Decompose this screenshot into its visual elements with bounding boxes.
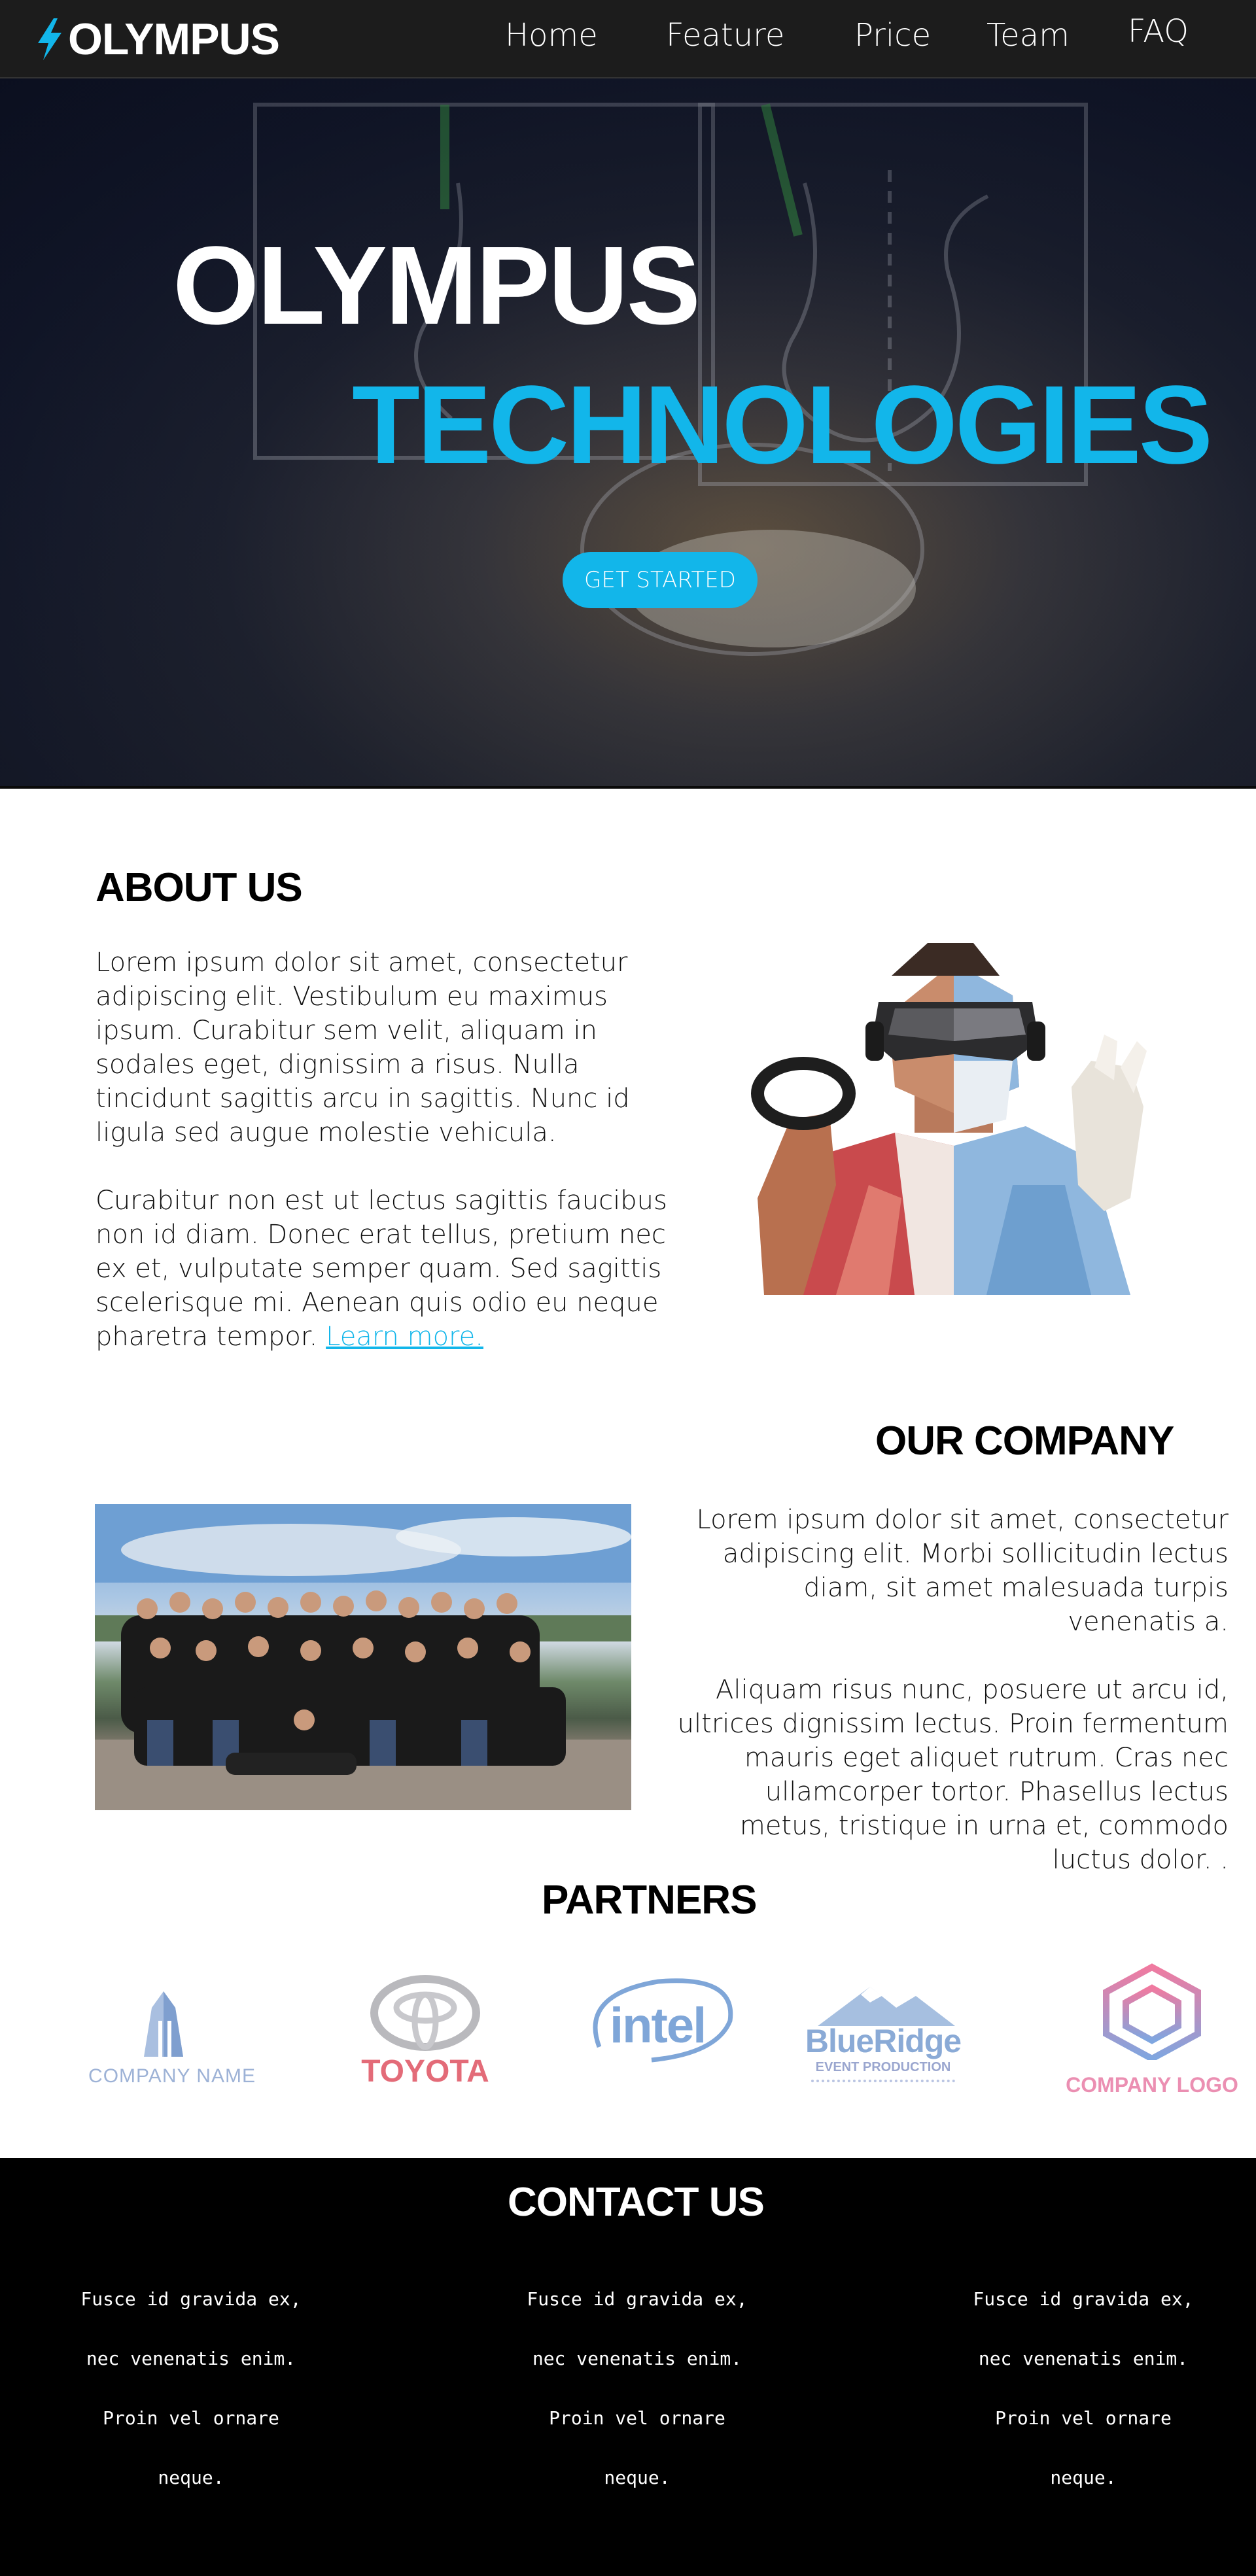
hero-title-line2: TECHNOLOGIES [352, 363, 1213, 487]
partner-logo-intel[interactable]: intel [586, 1975, 734, 2073]
contact-line: nec venenatis enim. [532, 2348, 742, 2369]
contact-line: neque. [158, 2467, 224, 2488]
partner-logo-company-name[interactable]: COMPANY NAME [78, 1982, 266, 2087]
hero-title-line1: OLYMPUS [173, 224, 701, 348]
contact-column-1: Fusce id gravida ex, nec venenatis enim.… [60, 2269, 322, 2507]
about-paragraph-1: Lorem ipsum dolor sit amet, consectetur … [96, 948, 630, 1148]
contact-line: nec venenatis enim. [978, 2348, 1189, 2369]
about-heading: ABOUT US [96, 865, 303, 910]
nav-faq[interactable]: FAQ [1128, 13, 1189, 50]
contact-line: Fusce id gravida ex, [80, 2288, 302, 2310]
contact-line: Proin vel ornare [995, 2407, 1172, 2429]
nav-price[interactable]: Price [854, 17, 931, 54]
contact-line: Proin vel ornare [103, 2407, 279, 2429]
contact-line: Fusce id gravida ex, [527, 2288, 748, 2310]
hero-banner: OLYMPUS TECHNOLOGIES GET STARTED [0, 78, 1256, 789]
hexagon-logo-icon [1103, 1963, 1201, 2063]
team-photo-image [95, 1504, 631, 1810]
learn-more-link[interactable]: Learn more. [326, 1322, 483, 1352]
team-photo [95, 1504, 631, 1810]
about-text: Lorem ipsum dolor sit amet, consectetur … [96, 946, 684, 1354]
toyota-emblem-icon [370, 1975, 480, 2051]
mountain-logo-icon [818, 1987, 955, 2026]
vr-surgeon-illustration [751, 943, 1147, 1295]
partner-name: COMPANY LOGO [1066, 2073, 1238, 2097]
brand-logo[interactable]: OLYMPUS [34, 14, 280, 64]
top-navbar: OLYMPUS Home Feature Price Team FAQ [0, 0, 1256, 78]
brand-name: OLYMPUS [68, 14, 280, 64]
company-text: Lorem ipsum dolor sit amet, consectetur … [674, 1503, 1229, 1877]
company-paragraph-1: Lorem ipsum dolor sit amet, consectetur … [696, 1505, 1229, 1637]
partners-heading: PARTNERS [542, 1878, 757, 1923]
partner-name: COMPANY NAME [88, 2065, 256, 2087]
partner-name: intel [610, 1998, 706, 2053]
contact-column-2: Fusce id gravida ex, nec venenatis enim.… [506, 2269, 768, 2507]
contact-line: nec venenatis enim. [86, 2348, 296, 2369]
contact-line: neque. [604, 2467, 671, 2488]
partner-name: TOYOTA [361, 2054, 489, 2089]
contact-line: neque. [1050, 2467, 1117, 2488]
get-started-button[interactable]: GET STARTED [563, 552, 758, 608]
nav-team[interactable]: Team [986, 17, 1070, 54]
contact-line: Fusce id gravida ex, [973, 2288, 1194, 2310]
contact-line: Proin vel ornare [549, 2407, 725, 2429]
partner-subtitle: EVENT PRODUCTION [815, 2060, 951, 2074]
partner-logo-company-logo[interactable]: COMPANY LOGO [1057, 1962, 1247, 2099]
company-paragraph-2: Aliquam risus nunc, posuere ut arcu id, … [677, 1675, 1229, 1875]
lightning-bolt-icon [38, 18, 61, 60]
nav-feature[interactable]: Feature [666, 17, 784, 54]
contact-column-3: Fusce id gravida ex, nec venenatis enim.… [952, 2269, 1214, 2507]
partner-logo-blueridge[interactable]: BlueRidge EVENT PRODUCTION [805, 1982, 962, 2086]
contact-heading: CONTACT US [508, 2180, 765, 2225]
partner-logo-toyota[interactable]: TOYOTA [357, 1974, 493, 2091]
company-heading: OUR COMPANY [875, 1418, 1174, 1464]
partner-name: BlueRidge [805, 2023, 962, 2059]
nav-home[interactable]: Home [505, 17, 598, 54]
